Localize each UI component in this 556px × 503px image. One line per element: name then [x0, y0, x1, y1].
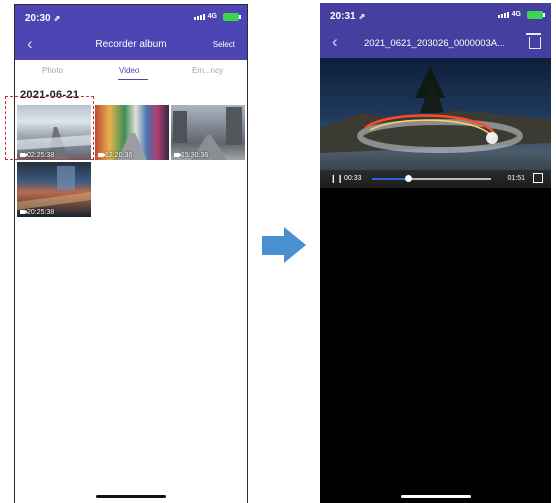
- video-thumbnail[interactable]: 12:20:36: [95, 105, 169, 160]
- pause-button[interactable]: ❙❙: [330, 174, 343, 183]
- tab-video[interactable]: Video: [119, 66, 139, 75]
- tab-emergency[interactable]: Em...ncy: [192, 66, 223, 75]
- video-file-title: 2021_0621_203026_0000003A...: [364, 38, 506, 49]
- seek-bar-progress: [372, 178, 408, 180]
- location-icon: ⇗: [358, 12, 366, 21]
- home-indicator[interactable]: [400, 495, 471, 498]
- arrow-right-icon: [262, 236, 284, 255]
- battery-charging-icon: [527, 11, 545, 19]
- clock: 20:31 ⇗: [330, 11, 366, 22]
- tab-photo[interactable]: Photo: [42, 66, 63, 75]
- navigation-bar: ‹ Recorder album Select: [15, 32, 247, 60]
- video-duration: 12:20:36: [98, 152, 132, 159]
- battery-charging-icon: [223, 13, 241, 21]
- album-screen: 20:30 ⇗ 4G ‹ Recorder album Select Photo …: [14, 4, 248, 503]
- status-bar: 20:31 ⇗ 4G: [320, 3, 551, 30]
- home-indicator[interactable]: [96, 495, 166, 498]
- clock: 20:30 ⇗: [25, 13, 61, 24]
- navigation-bar: ‹ 2021_0621_203026_0000003A...: [320, 30, 551, 58]
- video-camera-icon: [174, 153, 182, 158]
- signal-bars-icon: [497, 11, 510, 18]
- trash-icon[interactable]: [526, 33, 541, 49]
- seek-bar-handle[interactable]: [404, 175, 412, 182]
- video-player-screen: 20:31 ⇗ 4G ‹ 2021_0621_203026_0000003A...…: [320, 3, 551, 503]
- location-icon: ⇗: [53, 14, 61, 23]
- video-duration: 15:30:36: [174, 152, 208, 159]
- video-image: [320, 66, 551, 153]
- arrow-head-icon: [284, 227, 306, 263]
- signal-indicator: 4G: [193, 13, 217, 20]
- video-duration: 20:25:38: [20, 209, 54, 216]
- signal-indicator: 4G: [497, 11, 521, 18]
- select-button[interactable]: Select: [213, 40, 235, 49]
- video-camera-icon: [20, 210, 28, 215]
- player-controls: ❙❙ 00:33 01:51: [320, 170, 551, 188]
- active-tab-indicator: [118, 79, 148, 80]
- video-thumbnail[interactable]: 15:30:36: [171, 105, 245, 160]
- signal-bars-icon: [193, 13, 206, 20]
- selection-highlight: [5, 96, 94, 160]
- seek-bar[interactable]: [372, 175, 491, 182]
- video-frame[interactable]: [320, 58, 551, 188]
- video-camera-icon: [98, 153, 106, 158]
- back-button[interactable]: ‹: [332, 32, 338, 52]
- video-thumbnail[interactable]: 20:25:38: [17, 162, 91, 217]
- current-time: 00:33: [344, 175, 362, 182]
- fullscreen-icon[interactable]: [533, 173, 543, 183]
- status-bar: 20:30 ⇗ 4G: [15, 5, 247, 32]
- total-time: 01:51: [507, 175, 525, 182]
